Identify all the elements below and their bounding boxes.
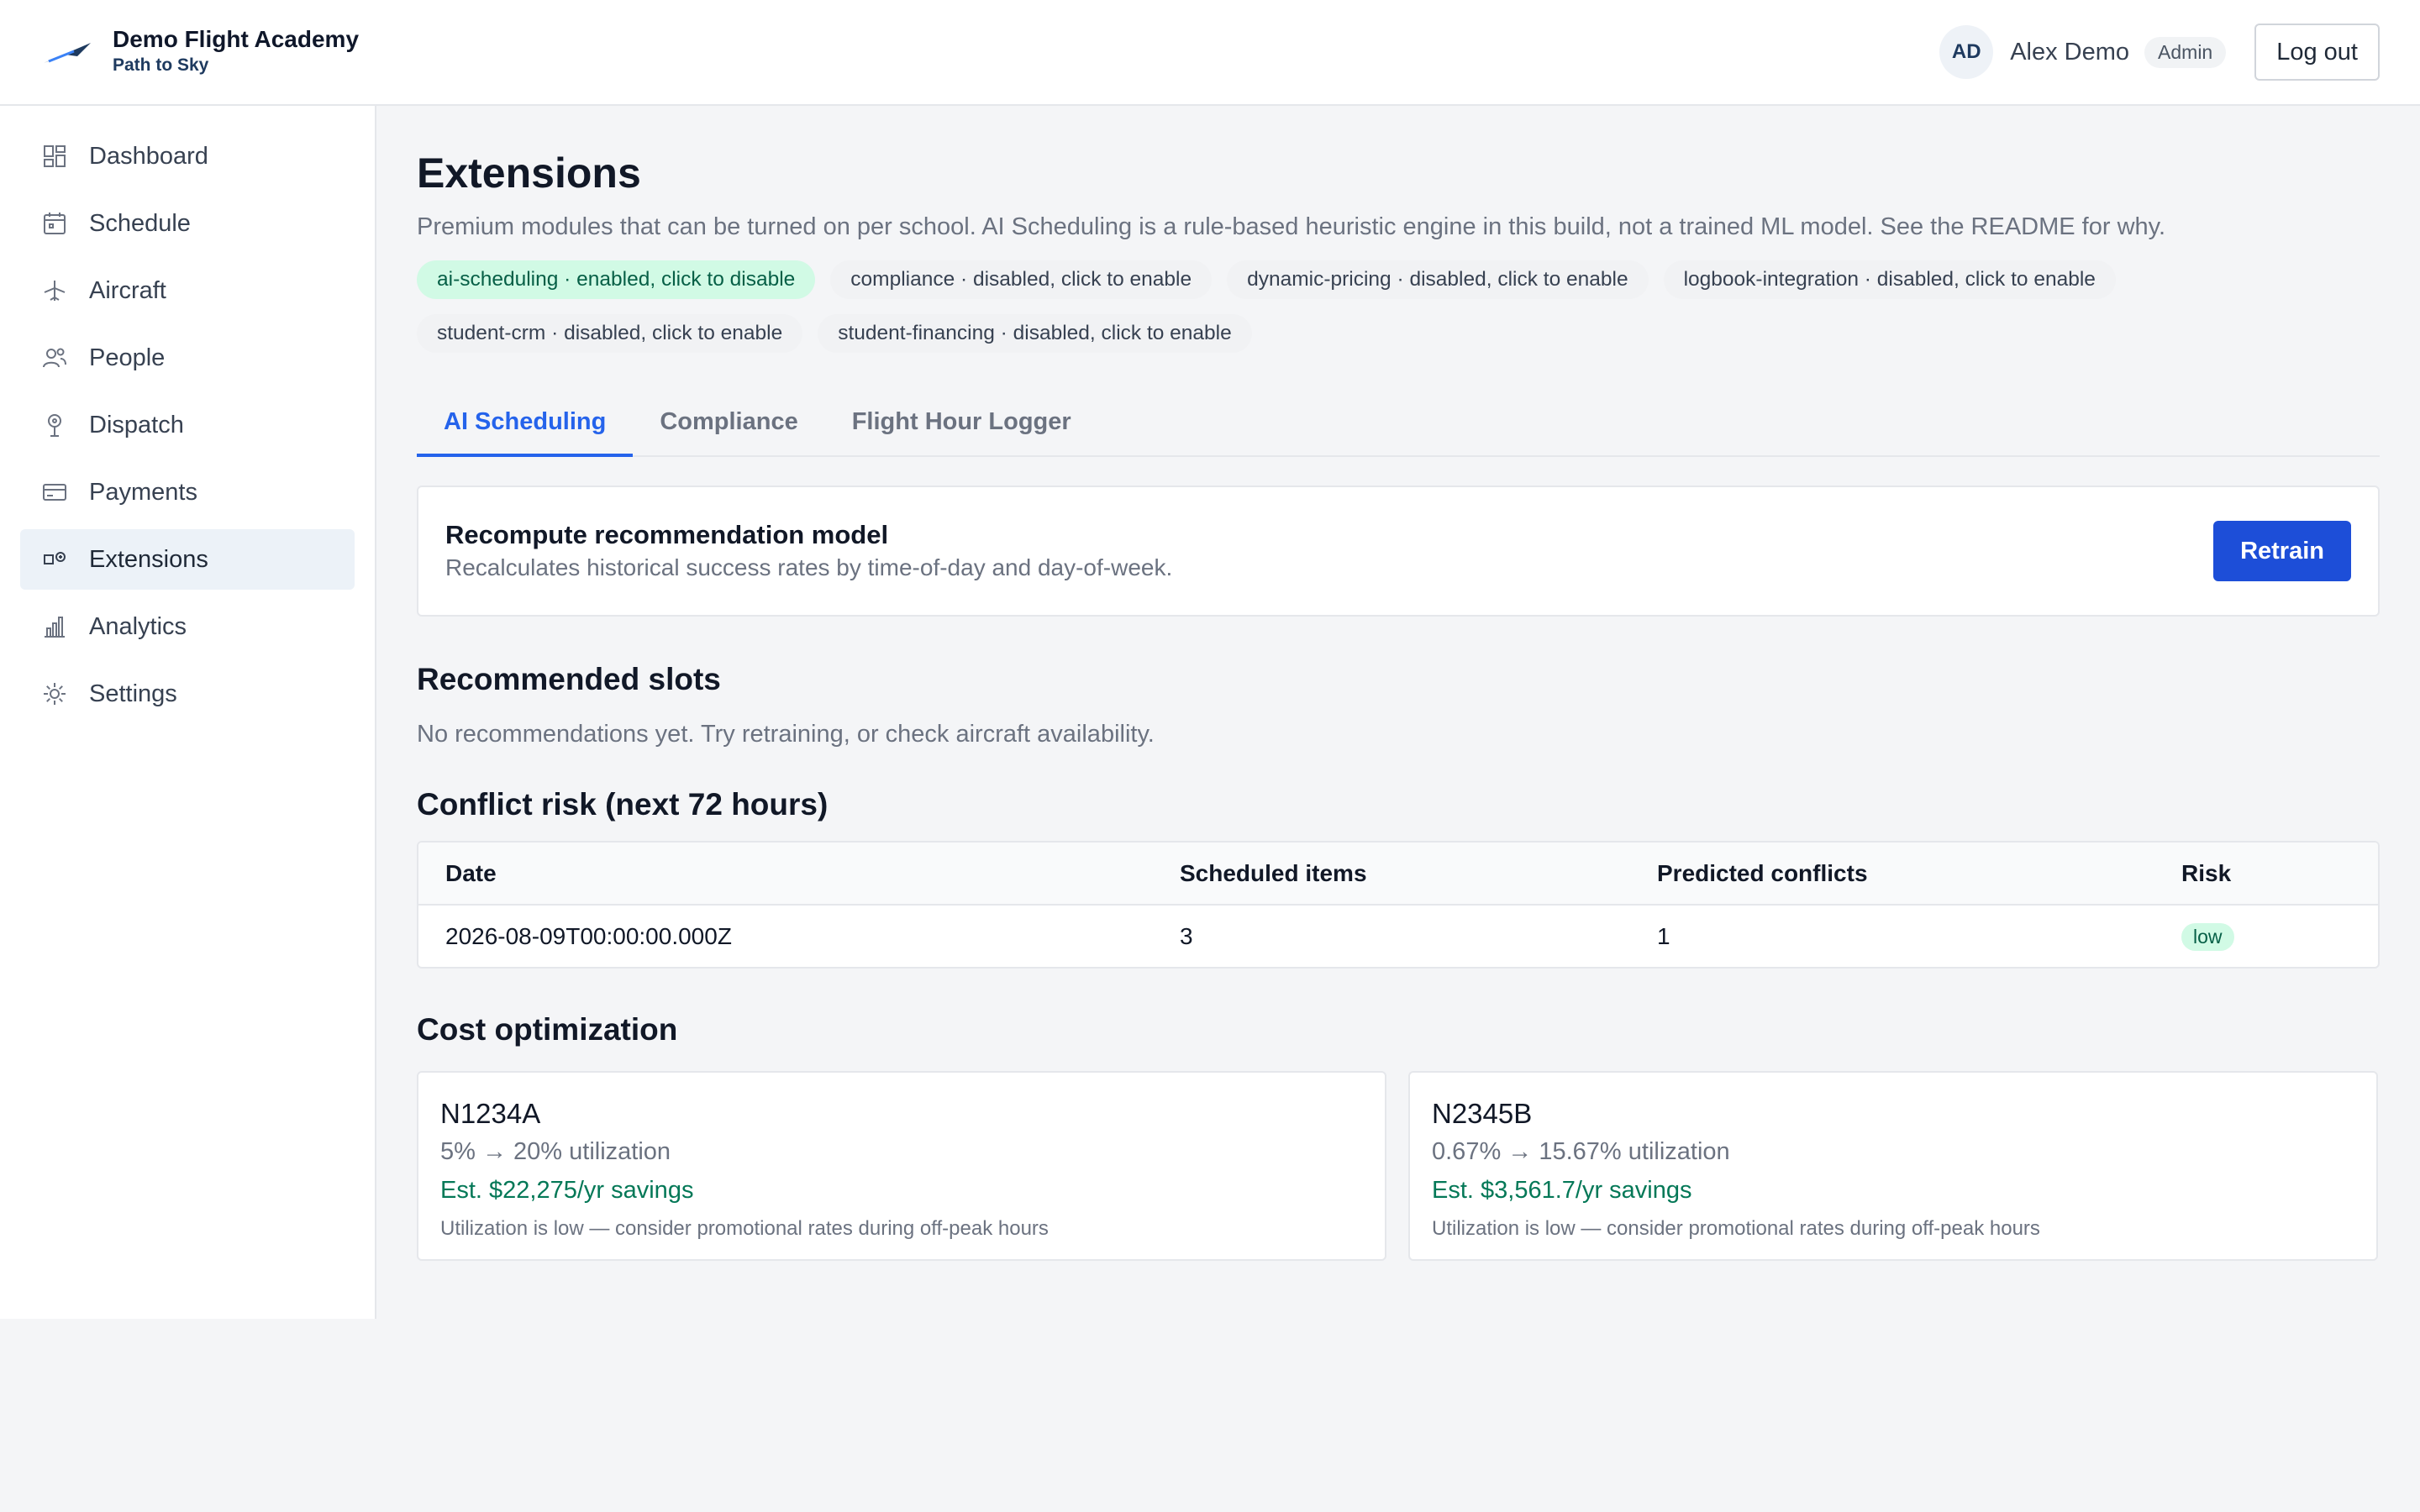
sidebar-item-label: Schedule <box>89 209 191 237</box>
toggle-student-financing[interactable]: student-financing · disabled, click to e… <box>818 314 1252 353</box>
retrain-button[interactable]: Retrain <box>2213 521 2351 581</box>
cost-advice: Utilization is low — consider promotiona… <box>1432 1217 2040 1240</box>
top-bar: Demo Flight Academy Path to Sky AD Alex … <box>0 0 2420 106</box>
cost-optimization-title: Cost optimization <box>417 1012 678 1047</box>
user-area: AD Alex Demo Admin Log out <box>1939 24 2380 81</box>
cost-card: N2345B 0.67% → 15.67% utilization Est. $… <box>1408 1071 2378 1261</box>
sidebar-item-label: Dispatch <box>89 411 184 438</box>
sidebar-item-label: Analytics <box>89 612 187 640</box>
extension-tabs: AI Scheduling Compliance Flight Hour Log… <box>417 395 2380 457</box>
sidebar-item-label: People <box>89 344 166 371</box>
risk-badge: low <box>2181 922 2234 951</box>
estimated-savings: Est. $3,561.7/yr savings <box>1432 1177 1692 1204</box>
extension-toggles: ai-scheduling · enabled, click to disabl… <box>417 260 2380 368</box>
estimated-savings: Est. $22,275/yr savings <box>440 1177 694 1204</box>
aircraft-tail-number: N1234A <box>440 1098 541 1129</box>
retrain-subtitle: Recalculates historical success rates by… <box>445 554 1173 580</box>
calendar-icon <box>44 213 66 234</box>
people-icon <box>43 348 66 368</box>
sidebar-item-analytics[interactable]: Analytics <box>20 596 355 657</box>
column-header-risk: Risk <box>2154 843 2378 906</box>
brand[interactable]: Demo Flight Academy Path to Sky <box>40 25 359 77</box>
main-content: Extensions Premium modules that can be t… <box>417 106 2380 1261</box>
role-badge: Admin <box>2144 36 2227 68</box>
sidebar-item-label: Aircraft <box>89 276 166 304</box>
page-description: Premium modules that can be turned on pe… <box>417 213 2166 240</box>
sidebar-item-label: Payments <box>89 478 197 506</box>
cell-risk: low <box>2154 905 2378 967</box>
recommended-empty-text: No recommendations yet. Try retraining, … <box>417 721 1155 748</box>
recommended-slots-title: Recommended slots <box>417 662 721 696</box>
retrain-card: Recompute recommendation model Recalcula… <box>417 486 2380 617</box>
toggle-logbook-integration[interactable]: logbook-integration · disabled, click to… <box>1663 260 2116 299</box>
conflict-risk-table-card: Date Scheduled items Predicted conflicts… <box>417 841 2380 969</box>
dispatch-icon <box>48 414 61 437</box>
airplane-logo-icon <box>44 43 91 63</box>
table-header-row: Date Scheduled items Predicted conflicts… <box>418 843 2378 906</box>
sidebar: Dashboard Schedule Aircraft People Dispa… <box>0 106 376 1319</box>
user-name: Alex Demo <box>2010 38 2130 66</box>
credit-card-icon <box>43 484 66 501</box>
gear-icon <box>44 683 66 705</box>
tab-flight-hour-logger[interactable]: Flight Hour Logger <box>825 395 1098 457</box>
utilization-change: 0.67% → 15.67% utilization <box>1432 1138 1730 1165</box>
sidebar-item-people[interactable]: People <box>20 328 355 388</box>
cost-advice: Utilization is low — consider promotiona… <box>440 1217 1049 1240</box>
cost-cards: N1234A 5% → 20% utilization Est. $22,275… <box>417 1071 2380 1261</box>
sidebar-item-label: Dashboard <box>89 142 208 170</box>
page-title: Extensions <box>417 150 641 197</box>
sidebar-item-schedule[interactable]: Schedule <box>20 193 355 254</box>
sidebar-item-extensions[interactable]: Extensions <box>20 529 355 590</box>
sidebar-item-dispatch[interactable]: Dispatch <box>20 395 355 455</box>
cell-predicted-conflicts: 1 <box>1657 922 1670 949</box>
logout-button[interactable]: Log out <box>2254 24 2380 81</box>
aircraft-tail-number: N2345B <box>1432 1098 1533 1129</box>
airplane-icon <box>44 281 66 301</box>
sidebar-item-aircraft[interactable]: Aircraft <box>20 260 355 321</box>
conflict-risk-title: Conflict risk (next 72 hours) <box>417 787 829 822</box>
sidebar-item-label: Settings <box>89 680 177 707</box>
sidebar-item-dashboard[interactable]: Dashboard <box>20 126 355 186</box>
utilization-change: 5% → 20% utilization <box>440 1138 671 1165</box>
toggle-dynamic-pricing[interactable]: dynamic-pricing · disabled, click to ena… <box>1227 260 1649 299</box>
toggle-ai-scheduling[interactable]: ai-scheduling · enabled, click to disabl… <box>417 260 816 299</box>
toggle-student-crm[interactable]: student-crm · disabled, click to enable <box>417 314 803 353</box>
dashboard-icon <box>44 145 66 167</box>
conflict-risk-table: Date Scheduled items Predicted conflicts… <box>418 843 2378 967</box>
sidebar-item-label: Extensions <box>89 545 208 573</box>
column-header-scheduled-items: Scheduled items <box>1153 843 1630 906</box>
toggle-compliance[interactable]: compliance · disabled, click to enable <box>830 260 1213 299</box>
column-header-date: Date <box>418 843 1153 906</box>
brand-tagline: Path to Sky <box>113 55 209 75</box>
column-header-predicted-conflicts: Predicted conflicts <box>1630 843 2154 906</box>
bar-chart-icon <box>45 617 65 638</box>
cost-card: N1234A 5% → 20% utilization Est. $22,275… <box>417 1071 1386 1261</box>
sidebar-item-settings[interactable]: Settings <box>20 664 355 724</box>
brand-name: Demo Flight Academy <box>113 26 360 52</box>
sidebar-item-payments[interactable]: Payments <box>20 462 355 522</box>
avatar[interactable]: AD <box>1939 25 1994 79</box>
cell-date: 2026-08-09T00:00:00.000Z <box>445 922 732 949</box>
tab-ai-scheduling[interactable]: AI Scheduling <box>417 395 634 457</box>
retrain-title: Recompute recommendation model <box>445 520 889 549</box>
tab-compliance[interactable]: Compliance <box>633 395 824 457</box>
table-row: 2026-08-09T00:00:00.000Z 3 1 low <box>418 905 2378 967</box>
extensions-icon <box>44 552 66 564</box>
cell-scheduled-items: 3 <box>1180 922 1193 949</box>
